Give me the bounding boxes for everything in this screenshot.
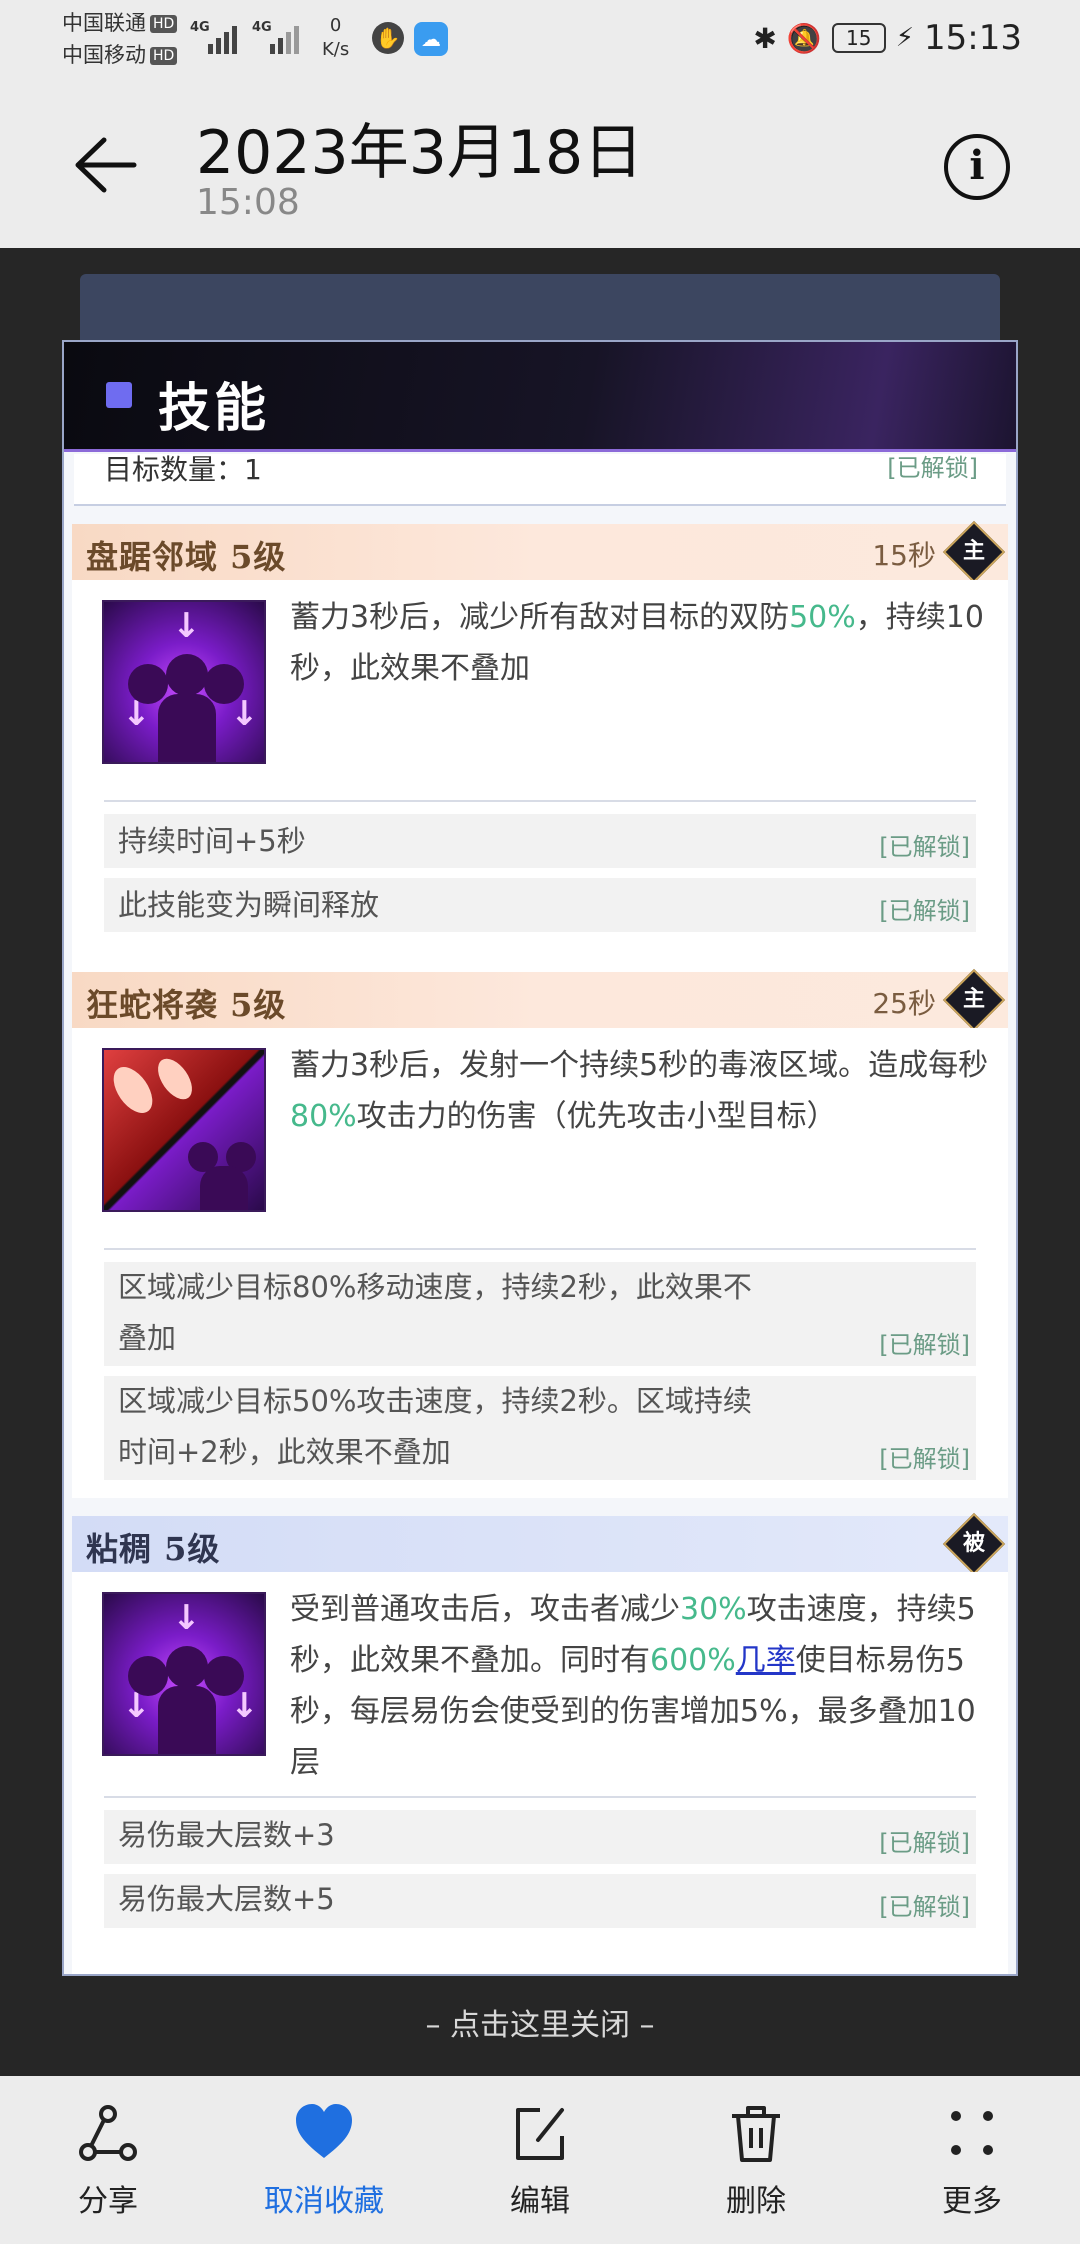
heart-icon — [296, 2104, 352, 2158]
skill-name: 粘稠 5级 — [86, 1530, 221, 1568]
page-subtitle: 15:08 — [196, 182, 300, 223]
divider — [104, 800, 976, 802]
skill-icon: ↓ ↓ ↓ — [102, 600, 266, 764]
upgrade-row: 易伤最大层数+5 [已解锁] — [104, 1874, 976, 1928]
upgrade-row: 易伤最大层数+3 [已解锁] — [104, 1810, 976, 1864]
title-square-icon — [106, 382, 132, 408]
signal-icon-2: 4G — [252, 18, 306, 54]
skill-body: ↓ ↓ ↓ 蓄力3秒后，减少所有敌对目标的双防50%，持续10秒，此效果不叠加 … — [72, 580, 1008, 1000]
more-button[interactable]: 更多 — [892, 2102, 1052, 2232]
upgrade-row: 区域减少目标80%移动速度，持续2秒，此效果不 叠加 [已解锁] — [104, 1262, 976, 1366]
skill-body: 蓄力3秒后，发射一个持续5秒的毒液区域。造成每秒80%攻击力的伤害（优先攻击小型… — [72, 1028, 1008, 1498]
skill-icon — [102, 1048, 266, 1212]
mute-icon: 🔕 — [786, 21, 822, 55]
skill-body: ↓ ↓ ↓ 受到普通攻击后，攻击者减少30%攻击速度，持续5秒，此效果不叠加。同… — [72, 1572, 1008, 1974]
upgrade-row: 持续时间+5秒 [已解锁] — [104, 814, 976, 868]
delete-button[interactable]: 删除 — [676, 2102, 836, 2232]
skill-description: 蓄力3秒后，减少所有敌对目标的双防50%，持续10秒，此效果不叠加 — [290, 600, 984, 686]
status-bar: 中国联通 HD 中国移动 HD 4G 4G 0 K/s ✋ ☁ ✱ 🔕 15 ⚡ 15… — [0, 0, 1080, 70]
active-badge: 主 — [942, 968, 1006, 1032]
app-header: 2023年3月18日 15:08 i — [0, 70, 1080, 248]
skill-icon: ↓ ↓ ↓ — [102, 1592, 266, 1756]
probability-link[interactable]: 几率 — [736, 1643, 796, 1678]
edit-button[interactable]: 编辑 — [460, 2102, 620, 2232]
close-hint[interactable]: – 点击这里关闭 – — [0, 2000, 1080, 2044]
share-button[interactable]: 分享 — [28, 2102, 188, 2232]
unlock-row: 目标数量：1 [已解锁] — [74, 454, 1006, 506]
skill-header: 狂蛇将袭 5级 25秒 主 — [72, 968, 1008, 1032]
divider — [104, 1796, 976, 1798]
skill-cooldown: 25秒 — [872, 987, 936, 1020]
panel-title: 技能 — [158, 379, 271, 439]
share-icon — [79, 2105, 137, 2161]
back-button[interactable] — [70, 130, 140, 200]
passive-badge: 被 — [942, 1512, 1006, 1576]
arrow-left-icon — [75, 137, 137, 193]
skill-description: 蓄力3秒后，发射一个持续5秒的毒液区域。造成每秒80%攻击力的伤害（优先攻击小型… — [290, 1048, 989, 1134]
skill-name: 狂蛇将袭 5级 — [86, 986, 287, 1024]
unfavorite-button[interactable]: 取消收藏 — [244, 2102, 404, 2232]
skill-header: 粘稠 5级 被 — [72, 1512, 1008, 1576]
net-speed: 0 K/s — [322, 15, 350, 60]
charging-icon: ⚡ — [895, 23, 915, 53]
bottom-toolbar: 分享 取消收藏 编辑 删除 更多 — [0, 2076, 1080, 2244]
photo-viewer[interactable]: 技能 目标数量：1 [已解锁] 盘踞邻域 5级 15秒 主 ↓ ↓ ↓ 蓄力3秒… — [0, 248, 1080, 2076]
signal-icon-1: 4G — [190, 18, 244, 54]
skill-cooldown: 15秒 — [872, 539, 936, 572]
weather-icon: ☁ — [414, 22, 448, 56]
info-icon: i — [969, 142, 985, 189]
hand-icon: ✋ — [372, 22, 404, 54]
panel-header: 技能 — [64, 342, 1016, 452]
page-title: 2023年3月18日 — [196, 118, 644, 188]
skill-panel: 技能 目标数量：1 [已解锁] 盘踞邻域 5级 15秒 主 ↓ ↓ ↓ 蓄力3秒… — [62, 340, 1018, 1976]
upgrade-row: 区域减少目标50%攻击速度，持续2秒。区域持续 时间+2秒，此效果不叠加 [已解… — [104, 1376, 976, 1480]
active-badge: 主 — [942, 520, 1006, 584]
divider — [104, 1248, 976, 1250]
battery-icon: 15 — [831, 23, 886, 53]
upgrade-row: 此技能变为瞬间释放 [已解锁] — [104, 878, 976, 932]
trash-icon — [732, 2106, 780, 2162]
carrier-2: 中国移动 HD — [62, 40, 178, 70]
more-dots-icon — [951, 2111, 993, 2155]
status-right: ✱ 🔕 15 ⚡ 15:13 — [753, 18, 1022, 58]
carrier-1: 中国联通 HD — [62, 8, 178, 38]
skill-header: 盘踞邻域 5级 15秒 主 — [72, 520, 1008, 584]
skill-description: 受到普通攻击后，攻击者减少30%攻击速度，持续5秒，此效果不叠加。同时有600%… — [290, 1592, 976, 1780]
bluetooth-icon: ✱ — [753, 21, 777, 55]
clock: 15:13 — [924, 18, 1022, 58]
edit-icon — [516, 2108, 564, 2160]
info-button[interactable]: i — [944, 134, 1010, 200]
skill-name: 盘踞邻域 5级 — [86, 538, 287, 576]
